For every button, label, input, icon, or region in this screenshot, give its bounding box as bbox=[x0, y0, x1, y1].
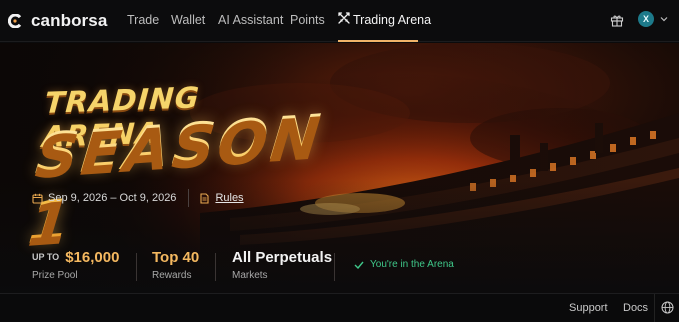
brand-name: canborsa bbox=[31, 11, 108, 30]
season-title: TRADING ARENA SEASON 1 bbox=[25, 80, 326, 256]
season-meta: Sep 9, 2026 – Oct 9, 2026 Rules bbox=[32, 189, 244, 207]
support-link[interactable]: Support bbox=[569, 302, 608, 314]
prize-value: $16,000 bbox=[65, 249, 120, 266]
swords-icon bbox=[338, 12, 350, 24]
divider bbox=[136, 253, 137, 281]
rewards-label: Rewards bbox=[152, 270, 192, 281]
nav-trade[interactable]: Trade bbox=[127, 13, 159, 27]
arena-status-text: You're in the Arena bbox=[370, 259, 454, 270]
stat-markets: All Perpetuals Markets bbox=[232, 249, 332, 281]
stats-bar: UP TO $16,000 Prize Pool Top 40 Rewards A… bbox=[0, 243, 679, 293]
hero-banner: TRADING ARENA SEASON 1 Sep 9, 2026 – Oct… bbox=[0, 43, 679, 293]
gift-icon[interactable] bbox=[610, 13, 624, 27]
divider bbox=[334, 253, 335, 281]
active-tab-indicator bbox=[338, 40, 418, 42]
markets-value: All Perpetuals bbox=[232, 249, 333, 266]
nav-points[interactable]: Points bbox=[290, 13, 325, 27]
rules-link[interactable]: Rules bbox=[215, 192, 243, 204]
brand-logo[interactable]: canborsa bbox=[8, 11, 107, 31]
docs-link[interactable]: Docs bbox=[623, 302, 648, 314]
avatar[interactable]: X bbox=[638, 11, 654, 27]
logo-icon bbox=[8, 14, 22, 28]
season-dates: Sep 9, 2026 – Oct 9, 2026 bbox=[48, 192, 177, 204]
title-line-2: SEASON 1 bbox=[25, 101, 328, 257]
divider bbox=[188, 189, 190, 207]
calendar-icon bbox=[32, 193, 43, 204]
avatar-initial: X bbox=[642, 14, 649, 24]
chevron-down-icon[interactable] bbox=[660, 16, 668, 22]
globe-icon[interactable] bbox=[661, 301, 674, 314]
divider bbox=[215, 253, 216, 281]
rewards-value: Top 40 bbox=[152, 249, 200, 266]
nav-trading-arena[interactable]: Trading Arena bbox=[353, 13, 431, 27]
divider bbox=[654, 294, 655, 322]
arena-status: You're in the Arena bbox=[354, 259, 454, 270]
document-icon bbox=[200, 192, 209, 204]
top-nav: canborsa Trade Wallet AI Assistant Point… bbox=[0, 0, 679, 42]
footer: Support Docs bbox=[0, 293, 679, 322]
nav-wallet[interactable]: Wallet bbox=[171, 13, 205, 27]
nav-ai-assistant[interactable]: AI Assistant bbox=[218, 13, 283, 27]
prize-prefix: UP TO bbox=[32, 252, 60, 262]
prize-label: Prize Pool bbox=[32, 270, 78, 281]
stat-rewards: Top 40 Rewards bbox=[152, 249, 199, 281]
stat-prize-pool: UP TO $16,000 Prize Pool bbox=[32, 249, 119, 281]
check-icon bbox=[354, 261, 364, 269]
markets-label: Markets bbox=[232, 270, 268, 281]
